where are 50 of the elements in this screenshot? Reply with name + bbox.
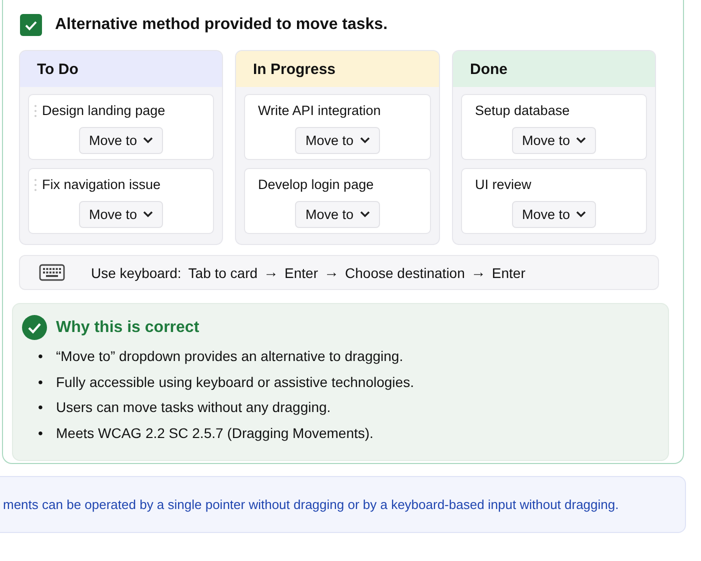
- explanation-title: Why this is correct: [56, 318, 200, 336]
- hint-step: Choose destination: [345, 264, 465, 280]
- drag-handle-icon: [34, 178, 37, 192]
- move-to-dropdown[interactable]: Move to: [512, 201, 596, 228]
- chevron-down-icon: [576, 137, 586, 144]
- bullet-glyph: •: [38, 347, 44, 366]
- task-card[interactable]: Write API integration Move to: [244, 94, 431, 160]
- task-title: Setup database: [475, 103, 570, 118]
- move-to-dropdown[interactable]: Move to: [78, 201, 164, 228]
- task-card[interactable]: Setup database Move to: [461, 94, 647, 160]
- note-text: ments can be operated by a single pointer without dragging or by a keyboard-based input without dragging.: [3, 497, 619, 512]
- move-to-dropdown[interactable]: Move to: [78, 127, 164, 154]
- task-card[interactable]: Design landing page Move to: [28, 94, 214, 160]
- check-circle-icon: [22, 315, 47, 340]
- bullet-glyph: •: [38, 424, 44, 442]
- keyboard-icon: [39, 264, 65, 281]
- task-title: Design landing page: [42, 103, 166, 118]
- column-header: To Do: [20, 51, 222, 87]
- bullet-glyph: •: [38, 398, 44, 417]
- task-card[interactable]: UI review Move to: [461, 168, 647, 234]
- task-card[interactable]: Fix navigation issue Move to: [28, 168, 214, 234]
- move-to-dropdown[interactable]: Move to: [295, 201, 380, 228]
- task-title: Write API integration: [258, 103, 381, 118]
- drag-handle-icon: [34, 104, 37, 118]
- column-header: In Progress: [236, 51, 439, 87]
- hint-step: Enter: [492, 264, 526, 280]
- chevron-down-icon: [360, 211, 370, 218]
- arrow-glyph: →: [470, 264, 486, 281]
- explanation-point: “Move to” dropdown provides an alternative to dragging.: [56, 347, 404, 366]
- hint-step: Enter: [284, 264, 318, 280]
- chevron-down-icon: [143, 137, 154, 144]
- task-card[interactable]: Develop login page Move to: [244, 168, 431, 234]
- hint-step: Tab to card: [188, 264, 258, 280]
- task-title: UI review: [475, 177, 532, 192]
- arrow-glyph: →: [264, 264, 279, 281]
- chevron-down-icon: [360, 137, 370, 144]
- explanation-point: Fully accessible using keyboard or assistive technologies.: [56, 372, 414, 392]
- arrow-glyph: →: [324, 264, 340, 281]
- bullet-glyph: •: [38, 372, 44, 392]
- chevron-down-icon: [143, 211, 154, 218]
- move-to-dropdown[interactable]: Move to: [512, 127, 596, 154]
- result-title: Alternative method provided to move tasks.: [55, 16, 388, 34]
- move-to-dropdown[interactable]: Move to: [295, 127, 380, 154]
- column-header: Done: [453, 51, 655, 87]
- hint-label: Use keyboard:: [91, 264, 182, 280]
- chevron-down-icon: [576, 211, 586, 218]
- task-title: Fix navigation issue: [42, 177, 161, 192]
- explanation-point: Meets WCAG 2.2 SC 2.5.7 (Dragging Movements).: [56, 424, 374, 443]
- explanation-point: Users can move tasks without any dragging.: [56, 398, 331, 417]
- task-title: Develop login page: [258, 177, 374, 192]
